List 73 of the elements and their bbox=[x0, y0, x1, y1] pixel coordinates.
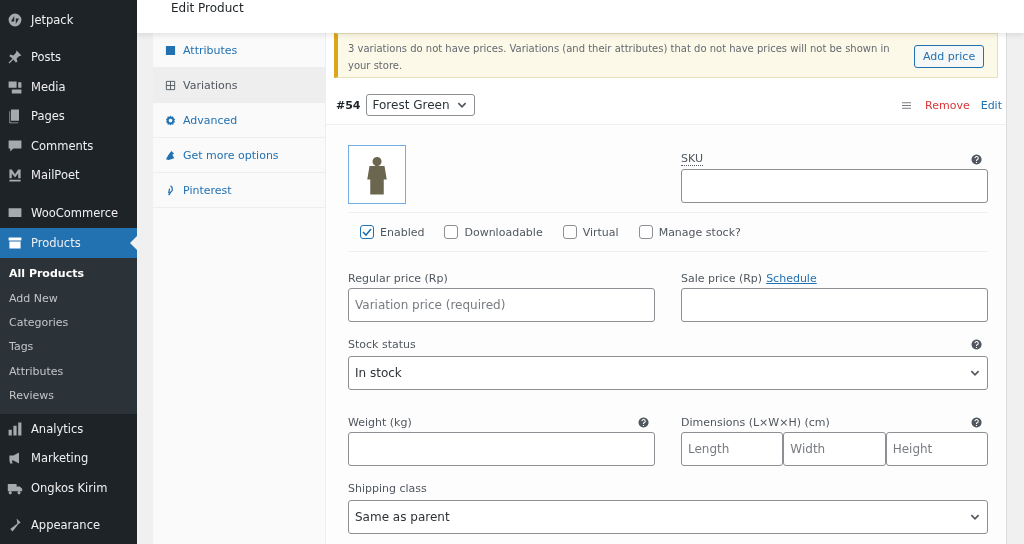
sale-price-field[interactable] bbox=[681, 288, 988, 322]
variation-number: #54 bbox=[336, 98, 361, 112]
menu-icon bbox=[7, 11, 23, 28]
tab-icon bbox=[165, 79, 176, 91]
tab-icon bbox=[165, 44, 176, 56]
checkbox[interactable] bbox=[562, 225, 577, 239]
product-data-tab[interactable]: Get more options bbox=[153, 138, 325, 173]
sidebar-menu-item[interactable]: Appearance bbox=[0, 510, 137, 540]
sidebar-menu-item[interactable]: Comments bbox=[0, 131, 137, 161]
tab-icon bbox=[165, 114, 176, 126]
current-page-pointer-icon bbox=[130, 235, 137, 250]
product-data-tab[interactable]: Variations bbox=[153, 68, 325, 103]
menu-icon bbox=[7, 420, 23, 437]
dimension-field[interactable]: Width bbox=[783, 432, 886, 466]
stock-status-select[interactable]: In stock bbox=[348, 356, 988, 390]
sidebar-menu-item[interactable]: Products bbox=[0, 227, 137, 258]
submenu-item[interactable]: Categories bbox=[0, 310, 137, 335]
menu-icon bbox=[7, 167, 23, 184]
help-icon[interactable] bbox=[971, 416, 982, 428]
remove-link[interactable]: Remove bbox=[925, 98, 970, 112]
help-icon[interactable] bbox=[971, 153, 982, 165]
sidebar-menu-item[interactable]: MailPoet bbox=[0, 160, 137, 190]
attribute-select[interactable]: Forest Green bbox=[365, 94, 475, 116]
submenu-item[interactable]: Reviews bbox=[0, 383, 137, 408]
sidebar-menu-item[interactable]: Media bbox=[0, 72, 137, 102]
edit-link[interactable]: Edit bbox=[980, 98, 1002, 112]
field-label: Stock status bbox=[348, 337, 416, 351]
submenu-item[interactable]: All Products bbox=[0, 261, 137, 286]
field-label: Sale price (Rp) bbox=[681, 271, 763, 285]
field-label: SKU bbox=[681, 152, 703, 166]
tab-icon bbox=[165, 149, 176, 161]
drag-handle-icon[interactable] bbox=[901, 100, 913, 110]
sidebar-menu-item[interactable]: Posts bbox=[0, 42, 137, 72]
submenu-item[interactable]: Attributes bbox=[0, 359, 137, 384]
sidebar-menu-item[interactable]: Marketing bbox=[0, 443, 137, 473]
field-label: Dimensions (L×W×H) (cm) bbox=[681, 415, 830, 429]
page-title: Edit Product bbox=[171, 0, 244, 15]
sku-field[interactable] bbox=[681, 169, 988, 203]
sidebar-menu-item[interactable]: Analytics bbox=[0, 413, 137, 444]
help-icon[interactable] bbox=[638, 416, 649, 428]
product-data-tab[interactable]: Advanced bbox=[153, 103, 325, 138]
notice-text: 3 variations do not have prices. Variations (and their attributes) that do not have prices will not be shown in your store. bbox=[348, 41, 891, 73]
checkbox-label: Virtual bbox=[582, 225, 619, 239]
menu-icon bbox=[7, 49, 23, 66]
checkbox[interactable] bbox=[444, 225, 459, 239]
sidebar-menu-item[interactable]: Jetpack bbox=[0, 5, 137, 35]
dimension-field[interactable]: Length bbox=[681, 432, 784, 466]
field-label: Weight (kg) bbox=[348, 415, 412, 429]
field-label: Regular price (Rp) bbox=[348, 271, 448, 285]
add-price-button[interactable]: Add price bbox=[914, 45, 985, 68]
checkbox-label: Downloadable bbox=[464, 225, 543, 239]
schedule-link[interactable]: Schedule bbox=[766, 271, 817, 285]
checkbox[interactable] bbox=[638, 225, 653, 239]
menu-icon bbox=[7, 137, 23, 154]
submenu-item[interactable]: Tags bbox=[0, 334, 137, 360]
dimension-field[interactable]: Height bbox=[885, 432, 988, 466]
submenu-item[interactable]: Add New bbox=[0, 285, 137, 311]
product-data-tab[interactable]: Pinterest bbox=[153, 173, 325, 208]
help-icon[interactable] bbox=[971, 338, 982, 350]
weight-field[interactable] bbox=[348, 432, 655, 466]
menu-icon bbox=[7, 234, 23, 251]
checkbox-label: Enabled bbox=[380, 225, 425, 239]
checkbox-label: Manage stock? bbox=[658, 225, 741, 239]
sidebar-menu-item[interactable]: Ongkos Kirim bbox=[0, 472, 137, 503]
tab-icon bbox=[165, 184, 176, 196]
sidebar-menu-item[interactable]: Pages bbox=[0, 101, 137, 131]
shipping-class-select[interactable]: Same as parent bbox=[348, 500, 988, 534]
regular-price-field[interactable]: Variation price (required) bbox=[348, 288, 655, 322]
menu-icon bbox=[7, 78, 23, 95]
checkbox[interactable] bbox=[360, 225, 374, 239]
product-photo-placeholder[interactable] bbox=[348, 145, 406, 204]
sidebar-menu-item[interactable]: WooCommerce bbox=[0, 198, 137, 228]
field-label: Shipping class bbox=[348, 481, 427, 495]
